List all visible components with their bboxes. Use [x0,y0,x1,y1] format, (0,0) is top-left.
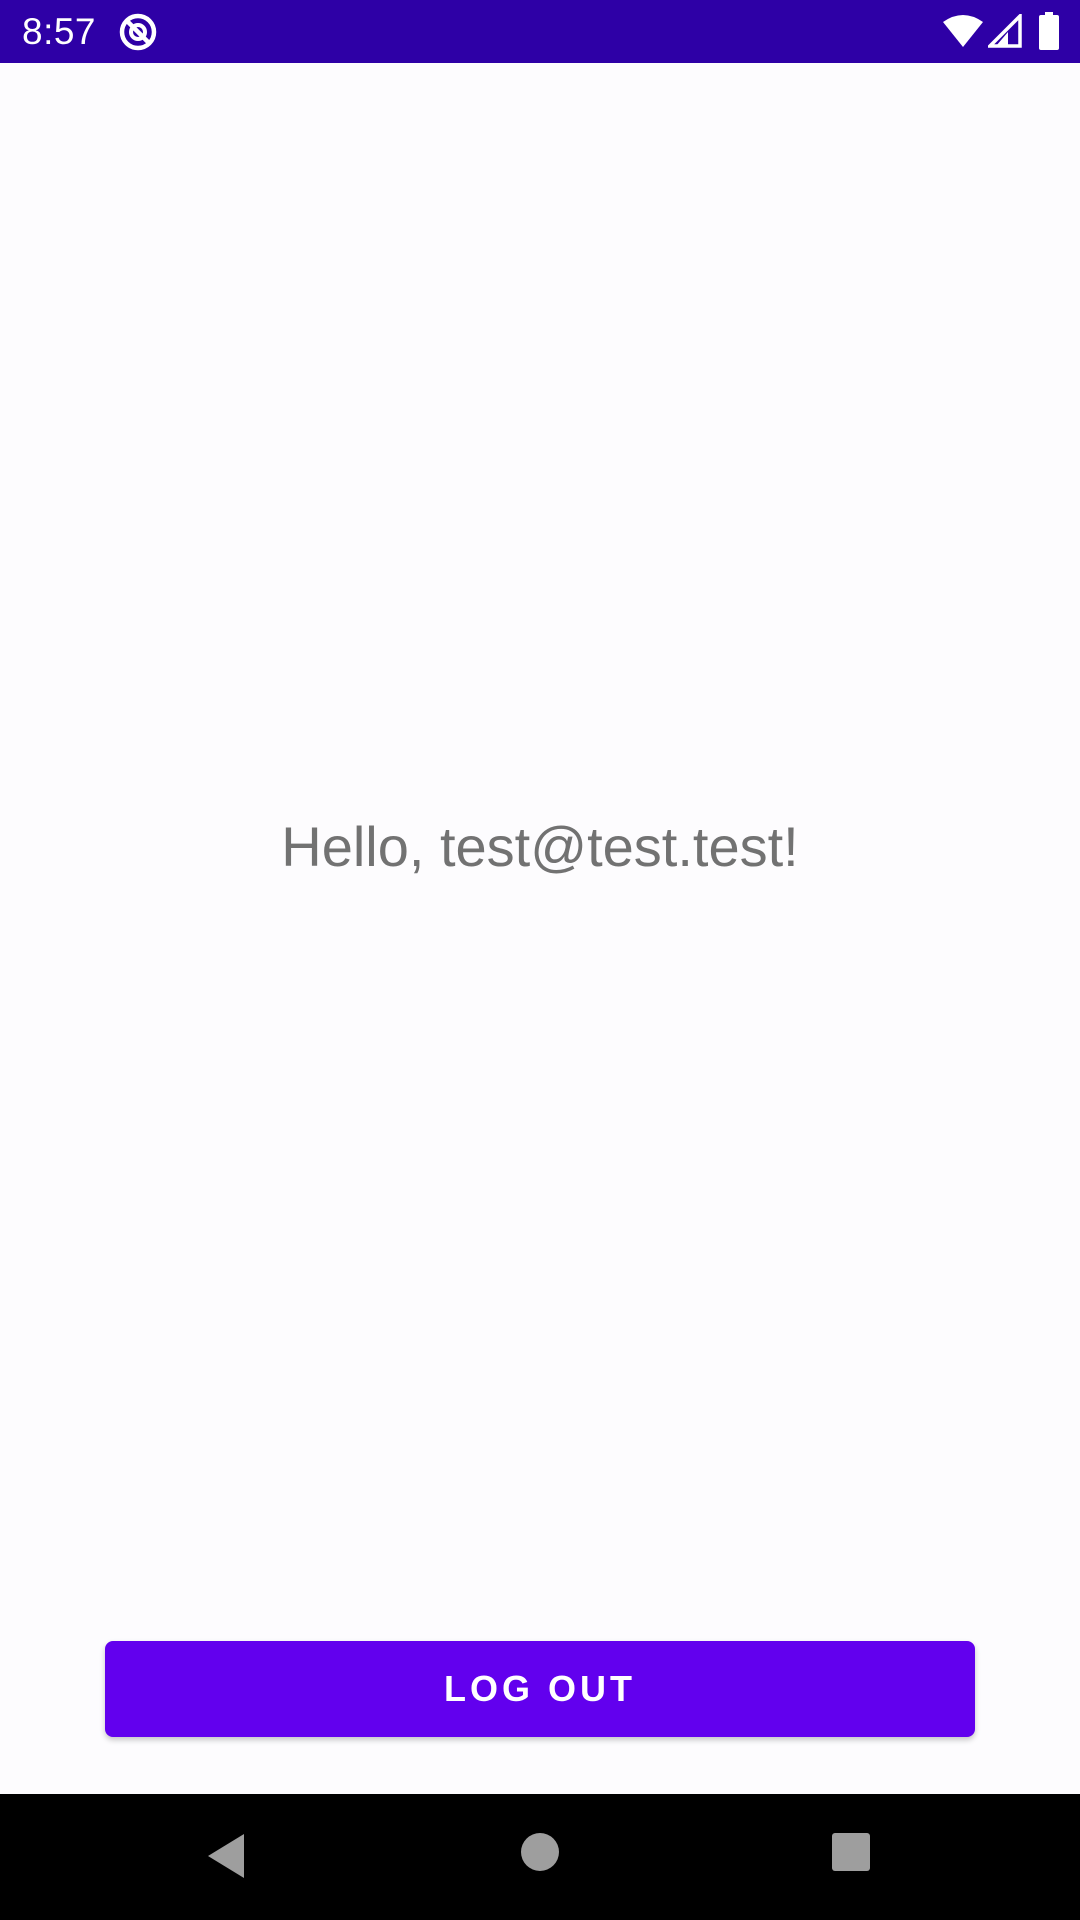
do-not-disturb-icon [119,13,157,51]
cell-signal-icon [988,14,1022,48]
status-time: 8:57 [22,11,97,52]
back-icon[interactable] [204,1832,248,1880]
greeting-text: Hello, test@test.test! [281,815,799,878]
status-bar: 8:57 [0,0,1080,63]
home-icon[interactable] [520,1832,560,1872]
logout-button[interactable]: LOG OUT [105,1641,975,1737]
wifi-icon [943,15,983,47]
navigation-bar [0,1794,1080,1920]
recents-icon[interactable] [831,1832,871,1872]
logout-button-label: LOG OUT [444,1668,636,1709]
battery-icon [1039,12,1059,50]
app-screen: 8:57 Hello, test@test.test! LOG OUT [0,0,1080,1920]
